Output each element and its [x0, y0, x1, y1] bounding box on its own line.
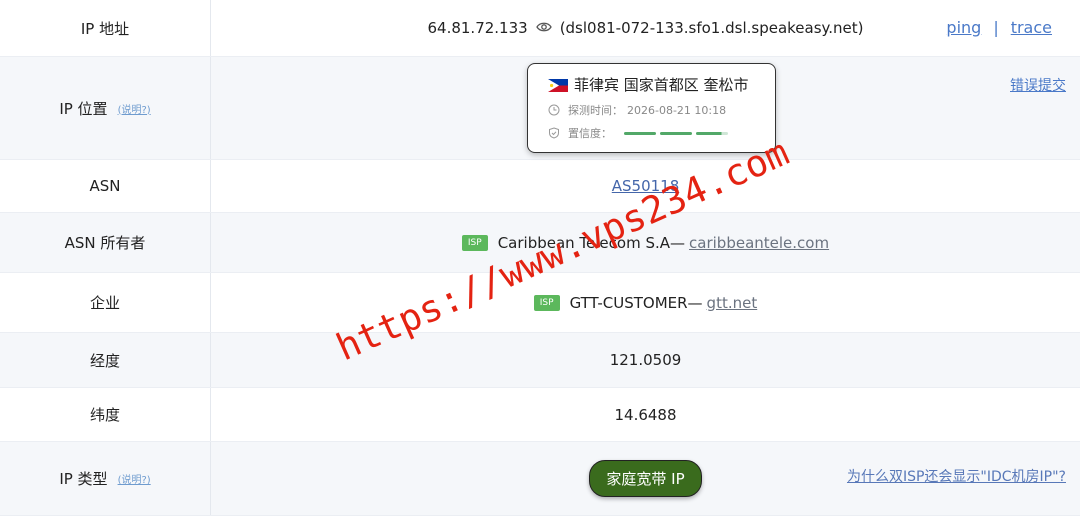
confidence-bar-2 [660, 131, 692, 135]
isp-badge: ISP [461, 234, 488, 251]
ip-hostname: (dsl081-072-133.sfo1.dsl.speakeasy.net) [559, 19, 864, 37]
ip-address-value: 64.81.72.133 [427, 19, 528, 37]
ip-type-label: IP 类型 [59, 470, 108, 488]
asn-label: ASN [0, 160, 211, 212]
latitude-row: 纬度 14.6488 [0, 388, 1080, 442]
location-title: 菲律宾 国家首都区 奎松市 [548, 74, 755, 95]
longitude-row: 经度 121.0509 [0, 333, 1080, 388]
location-card: 菲律宾 国家首都区 奎松市 探测时间： 2026-08-21 10:18 置信度… [527, 63, 776, 153]
ping-link[interactable]: ping [946, 18, 981, 37]
eye-icon[interactable] [535, 19, 552, 37]
dual-isp-question-link[interactable]: 为什么双ISP还会显示"IDC机房IP"? [847, 466, 1066, 486]
asn-row: ASN AS50118 [0, 160, 1080, 213]
ip-location-label: IP 位置 [59, 99, 108, 118]
enterprise-name: GTT-CUSTOMER— [569, 293, 703, 312]
enterprise-domain-link[interactable]: gtt.net [707, 294, 758, 312]
ip-type-help-link[interactable]: (说明?) [118, 471, 151, 486]
probe-time-value: 2026-08-21 10:18 [627, 103, 727, 117]
asn-owner-label: ASN 所有者 [0, 213, 211, 272]
enterprise-label: 企业 [0, 273, 211, 332]
ip-type-label-cell: IP 类型 (说明?) [0, 442, 211, 515]
shield-check-icon [549, 127, 559, 139]
confidence-bar-1 [624, 131, 656, 135]
longitude-label: 经度 [0, 333, 211, 387]
asn-owner-domain-link[interactable]: caribbeantele.com [689, 234, 829, 252]
ip-location-row: IP 位置 (说明?) 菲律宾 国家首都区 奎松市 探测时间： 2026-08-… [0, 57, 1080, 160]
confidence-line: 置信度： [548, 125, 755, 141]
clock-icon [548, 104, 560, 116]
ip-address-row: IP 地址 64.81.72.133 (dsl081-072-133.sfo1.… [0, 0, 1080, 57]
ping-trace-links: ping | trace [946, 18, 1052, 37]
latitude-label: 纬度 [0, 388, 211, 441]
ip-type-cell: 家庭宽带 IP 为什么双ISP还会显示"IDC机房IP"? [211, 442, 1080, 515]
ip-address-cell: 64.81.72.133 (dsl081-072-133.sfo1.dsl.sp… [211, 0, 1080, 56]
ip-address-label: IP 地址 [0, 0, 211, 56]
location-place: 菲律宾 国家首都区 奎松市 [574, 76, 749, 94]
probe-time-label: 探测时间： [568, 104, 623, 117]
ip-type-row: IP 类型 (说明?) 家庭宽带 IP 为什么双ISP还会显示"IDC机房IP"… [0, 442, 1080, 516]
ip-type-badge[interactable]: 家庭宽带 IP [589, 460, 702, 497]
ip-location-label-cell: IP 位置 (说明?) [0, 57, 211, 159]
ping-trace-separator: | [993, 18, 999, 37]
report-error-link[interactable]: 错误提交 [1010, 75, 1066, 95]
isp-badge: ISP [533, 294, 560, 311]
location-help-link[interactable]: (说明?) [118, 101, 151, 116]
trace-link[interactable]: trace [1011, 18, 1052, 37]
confidence-label: 置信度： [568, 127, 612, 140]
enterprise-cell: ISP GTT-CUSTOMER— gtt.net [211, 273, 1080, 332]
confidence-bar-3 [696, 131, 728, 135]
latitude-value: 14.6488 [614, 405, 677, 424]
probe-time-line: 探测时间： 2026-08-21 10:18 [548, 102, 755, 118]
ip-location-cell: 菲律宾 国家首都区 奎松市 探测时间： 2026-08-21 10:18 置信度… [211, 57, 1080, 159]
philippines-flag-icon [548, 78, 568, 92]
